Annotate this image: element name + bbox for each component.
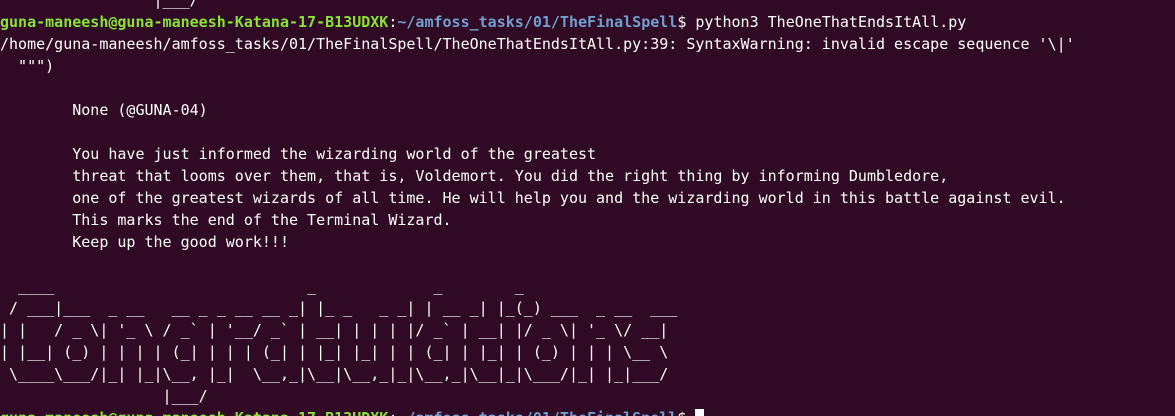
prompt-line: guna-maneesh@guna-maneesh-Katana-17-B13U…: [0, 407, 1175, 416]
prompt-line: guna-maneesh@guna-maneesh-Katana-17-B13U…: [0, 11, 1175, 33]
output-line: /home/guna-maneesh/amfoss_tasks/01/TheFi…: [0, 35, 1075, 53]
prompt-user-host: guna-maneesh@guna-maneesh-Katana-17-B13U…: [0, 13, 389, 31]
command-text: python3 TheOneThatEndsItAll.py: [686, 13, 967, 31]
terminal-window[interactable]: |___/ guna-maneesh@guna-maneesh-Katana-17…: [0, 0, 1175, 416]
text-cursor[interactable]: [695, 409, 705, 416]
output-line: one of the greatest wizards of all time.…: [0, 189, 1066, 207]
output-line: |___/: [0, 387, 208, 405]
output-line: """): [0, 57, 55, 75]
output-line: | |__| (_) | | | | (_| | | | (_| | |_| |…: [0, 343, 669, 361]
prompt-user-host: guna-maneesh@guna-maneesh-Katana-17-B13U…: [0, 409, 388, 416]
prompt-separator: :: [388, 409, 397, 416]
output-line: |___/: [0, 0, 199, 9]
output-line: Keep up the good work!!!: [0, 233, 289, 251]
command-text: [686, 409, 695, 416]
prompt-symbol: $: [677, 13, 687, 31]
output-line: / ___|___ _ __ __ _ _ __ __ _| |_ _ _ _|…: [0, 299, 678, 317]
output-line: You have just informed the wizarding wor…: [0, 145, 597, 163]
output-line: | | / _ \| '_ \ / _` | '__/ _` | __| | |…: [0, 321, 669, 339]
prompt-path: ~/amfoss_tasks/01/TheFinalSpell: [397, 409, 677, 416]
output-line: ____ _ _ _: [0, 277, 524, 295]
prompt-separator: :: [388, 13, 398, 31]
output-line: \____\___/|_| |_|\__, |_| \__,_|\__|\__,…: [0, 365, 669, 383]
output-line: threat that looms over them, that is, Vo…: [0, 167, 949, 185]
output-line: This marks the end of the Terminal Wizar…: [0, 211, 452, 229]
output-line: None (@GUNA-04): [0, 101, 208, 119]
terminal-output: |___/ guna-maneesh@guna-maneesh-Katana-17…: [0, 0, 1175, 416]
prompt-symbol: $: [677, 409, 686, 416]
prompt-path: ~/amfoss_tasks/01/TheFinalSpell: [397, 13, 678, 31]
